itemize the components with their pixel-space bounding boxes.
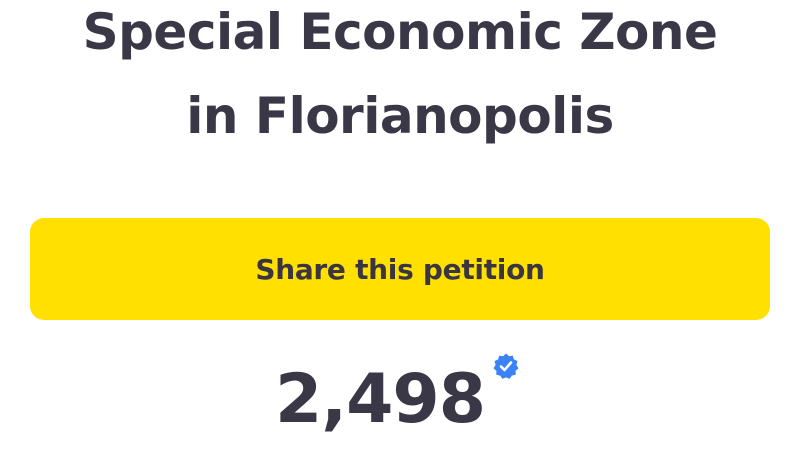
petition-title-line-2: in Florianopolis bbox=[186, 87, 614, 145]
verified-badge-icon bbox=[493, 353, 519, 379]
share-petition-button-label: Share this petition bbox=[255, 252, 545, 286]
share-petition-button[interactable]: Share this petition bbox=[30, 218, 770, 320]
signature-count-section: 2,498 bbox=[0, 352, 800, 450]
petition-title-line-1: Special Economic Zone bbox=[82, 3, 718, 61]
signature-count: 2,498 bbox=[274, 360, 486, 439]
